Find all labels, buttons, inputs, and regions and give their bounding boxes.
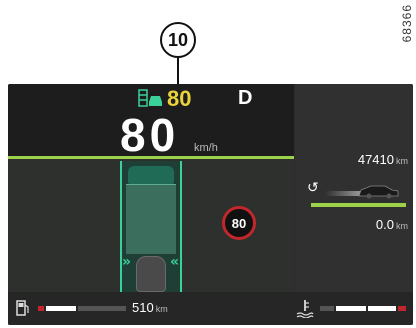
fuel-pump-icon <box>16 300 29 316</box>
fuel-gauge-low-segment <box>38 306 44 311</box>
speed-limit-sign: 80 <box>222 206 256 240</box>
speed-unit: km/h <box>194 142 218 154</box>
temperature-gauge-high <box>368 306 396 311</box>
temperature-gauge-level <box>336 306 366 311</box>
speed-limit-value: 80 <box>231 215 247 231</box>
trip-bar <box>311 203 406 207</box>
current-speed: 80 <box>120 109 180 161</box>
temperature-gauge <box>320 306 406 312</box>
odometer: 47410 km <box>308 152 408 167</box>
chevron-right-icon: » <box>122 254 132 270</box>
car-icon <box>325 185 399 199</box>
fuel-gauge-empty <box>78 306 126 311</box>
instrument-cluster-display: 80 D 80 km/h » « 80 47410 km ↺ 0.0 km 51… <box>8 84 413 325</box>
following-distance-zone <box>126 184 176 254</box>
temperature-gauge-hot-segment <box>398 306 406 311</box>
lead-vehicle <box>128 166 174 184</box>
trip-value: 0.0 <box>375 217 394 232</box>
callout-leader-line <box>177 58 179 86</box>
fuel-gauge-level <box>46 306 76 311</box>
temperature-gauge-start <box>320 306 334 311</box>
trip-row: ↺ <box>303 180 403 202</box>
trip-meter: 0.0 km <box>308 217 408 232</box>
own-vehicle <box>136 256 166 292</box>
coolant-temperature-icon <box>296 300 314 318</box>
bottom-bar: 510 km <box>8 292 413 325</box>
trip-unit: km <box>396 221 408 231</box>
fuel-gauge <box>38 306 128 312</box>
callout-number: 10 <box>167 29 189 50</box>
range-value: 510 <box>132 300 154 315</box>
odometer-value: 47410 <box>357 152 394 167</box>
callout-marker: 10 <box>160 22 196 58</box>
gear-indicator: D <box>238 87 253 109</box>
adaptive-cruise-icon <box>138 89 162 107</box>
reference-code: 68366 <box>400 4 414 43</box>
chevron-left-icon: « <box>170 254 180 270</box>
range-unit: km <box>155 304 168 314</box>
reset-icon: ↺ <box>307 180 319 196</box>
fuel-range: 510 km <box>132 300 168 315</box>
odometer-unit: km <box>396 156 408 166</box>
